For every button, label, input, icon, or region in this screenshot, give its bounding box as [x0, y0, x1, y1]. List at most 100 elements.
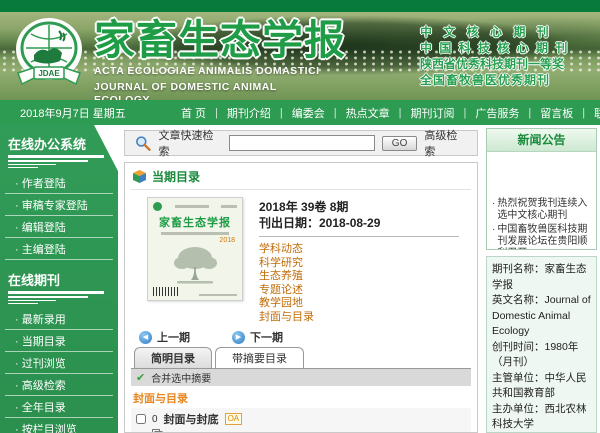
article-number: 0	[152, 414, 158, 425]
cover-decor	[199, 294, 237, 296]
nav-item-ad-service[interactable]: 广告服务	[466, 105, 528, 121]
go-button[interactable]: GO	[382, 136, 418, 151]
category-link-teaching-field[interactable]: 教学园地	[259, 297, 459, 311]
cover-decor	[221, 205, 237, 208]
divider	[259, 236, 459, 237]
tab-contents-with-abstract[interactable]: 带摘要目录	[215, 347, 304, 368]
panel-header: 当期目录	[131, 166, 471, 190]
cube-icon	[133, 170, 146, 183]
search-input[interactable]	[229, 135, 374, 151]
sidebar-item-browse-by-column[interactable]: 按栏目浏览	[5, 418, 113, 433]
article-title-link[interactable]: 封面与封底	[164, 411, 219, 427]
oa-badge: OA	[225, 413, 243, 425]
category-link-special-topics[interactable]: 专题论述	[259, 284, 459, 298]
category-link-subject-trends[interactable]: 学科动态	[259, 243, 459, 257]
cover-logo-icon	[153, 202, 162, 211]
previous-arrow-icon: ◀	[139, 331, 152, 344]
site-subtitle-english: JOURNAL OF DOMESTIC ANIMAL ECOLOGY	[94, 81, 324, 100]
award-line: 全国畜牧兽医优秀期刊	[420, 72, 592, 88]
quick-search-label: 文章快速检索	[158, 127, 222, 159]
info-supervisor: 主管单位：中华人民共和国教育部	[492, 371, 592, 402]
site-title: 家畜生态学报	[94, 18, 324, 62]
tab-brief-contents[interactable]: 简明目录	[134, 347, 212, 368]
nav-item-subscription[interactable]: 期刊订阅	[402, 105, 464, 121]
site-subtitle-latin: ACTA ECOLOGIAE ANIMALIS DOMASTICI	[94, 65, 324, 78]
nav-item-contact-us[interactable]: 联系我们	[585, 105, 600, 121]
cover-year: 2018	[153, 237, 235, 244]
cover-decor	[175, 205, 209, 208]
issue-pagination: ◀ 上一期 ▶ 下一期	[131, 328, 471, 347]
next-issue-label: 下一期	[250, 329, 283, 345]
sidebar-item-latest-accepted[interactable]: 最新录用	[5, 308, 113, 330]
award-line: 陕西省优秀科技期刊一等奖	[420, 56, 592, 72]
info-sponsor: 主办单位：西北农林科技大学	[492, 402, 592, 433]
sidebar-item-advanced-search[interactable]: 高级检索	[5, 374, 113, 396]
news-box-title: 新闻公告	[487, 129, 596, 152]
logo-acronym: JDAE	[38, 69, 60, 78]
main-column: 文章快速检索 GO 高级检索 当期目录	[118, 125, 483, 433]
sidebar-item-reviewer-login[interactable]: 审稿专家登陆	[5, 194, 113, 216]
issue-meta: 2018年 39卷 8期 刊出日期：2018-08-29 学科动态 科学研究 生…	[259, 197, 459, 324]
merge-abstract-label: 合并选中摘要	[151, 370, 211, 385]
banner: JDAE 家畜生态学报 ACTA ECOLOGIAE ANIMALIS DOMA…	[0, 12, 600, 100]
sidebar-item-archive[interactable]: 过刊浏览	[5, 352, 113, 374]
cover-tree-graphic	[169, 244, 221, 286]
sidebar-item-editor-login[interactable]: 编辑登陆	[5, 216, 113, 238]
article-checkbox[interactable]	[136, 414, 146, 424]
issue-body: 家畜生态学报 2018 201	[131, 190, 471, 328]
quick-search-panel: 文章快速检索 GO 高级检索	[124, 130, 478, 156]
journal-logo-icon: JDAE	[12, 15, 86, 97]
nav-menu: 首 页| 期刊介绍| 编委会| 热点文章| 期刊订阅| 广告服务| 留言板| 联…	[172, 105, 600, 121]
news-box: 新闻公告 热烈祝贺我刊连续入选中文核心期刊 中国畜牧兽医科技期刊发展论坛在贵阳顺…	[486, 128, 597, 250]
copy-icon[interactable]	[152, 429, 163, 433]
article-row: 0 封面与封底 OA 2018 Vol. 39 (8): 0- 摘要 0 HTM…	[131, 408, 471, 433]
journal-info-box: 期刊名称：家畜生态学报 英文名称：Journal of Domestic Ani…	[486, 256, 597, 433]
issue-pubdate-line: 刊出日期：2018-08-29	[259, 215, 459, 231]
cover-title: 家畜生态学报	[153, 214, 237, 230]
sidebar-item-current-issue[interactable]: 当期目录	[5, 330, 113, 352]
award-list: 中 文 核 心 期 刊 中 国 科 技 核 心 期 刊 陕西省优秀科技期刊一等奖…	[420, 24, 592, 88]
issue-volume-line: 2018年 39卷 8期	[259, 199, 459, 215]
previous-issue-label: 上一期	[157, 329, 190, 345]
category-link-cover-contents[interactable]: 封面与目录	[259, 311, 459, 325]
nav-item-home[interactable]: 首 页	[172, 105, 215, 121]
panel-title: 当期目录	[152, 168, 200, 185]
journal-cover-thumbnail[interactable]: 家畜生态学报 2018	[147, 197, 243, 301]
sidebar-item-annual-catalog[interactable]: 全年目录	[5, 396, 113, 418]
sidebar-decoration-lines	[0, 155, 118, 172]
main-navbar: 2018年9月7日 星期五 首 页| 期刊介绍| 编委会| 热点文章| 期刊订阅…	[0, 100, 600, 125]
nav-item-editorial-board[interactable]: 编委会	[283, 105, 334, 121]
news-list: 热烈祝贺我刊连续入选中文核心期刊 中国畜牧兽医科技期刊发展论坛在贵阳顺利召开 更…	[487, 152, 596, 250]
left-sidebar: 在线办公系统 作者登陆 审稿专家登陆 编辑登陆 主编登陆 在线期刊 最新录用 当…	[0, 125, 118, 433]
previous-issue-button[interactable]: ◀ 上一期	[139, 329, 190, 345]
current-date: 2018年9月7日 星期五	[0, 105, 172, 121]
sidebar-section-online-journal: 在线期刊	[0, 266, 118, 291]
right-column: 新闻公告 热烈祝贺我刊连续入选中文核心期刊 中国畜牧兽医科技期刊发展论坛在贵阳顺…	[483, 125, 600, 433]
news-item[interactable]: 中国畜牧兽医科技期刊发展论坛在贵阳顺利召开	[492, 224, 593, 250]
info-english-name: 英文名称：Journal of Domestic Animal Ecology	[492, 293, 592, 340]
category-link-scientific-research[interactable]: 科学研究	[259, 257, 459, 271]
check-icon: ✔	[136, 371, 145, 384]
merge-abstract-bar[interactable]: ✔ 合并选中摘要	[131, 369, 471, 386]
info-founded: 创刊时间：1980年（月刊）	[492, 340, 592, 371]
category-link-eco-breeding[interactable]: 生态养殖	[259, 270, 459, 284]
barcode	[153, 287, 179, 296]
advanced-search-link[interactable]: 高级检索	[424, 127, 467, 159]
current-issue-panel: 当期目录 家畜生态学报 2018	[124, 162, 478, 433]
nav-item-hot-articles[interactable]: 热点文章	[337, 105, 399, 121]
cover-decor	[161, 232, 228, 235]
contents-tabs: 简明目录 带摘要目录	[131, 347, 471, 369]
search-icon	[135, 135, 151, 152]
award-line: 中 国 科 技 核 心 期 刊	[420, 40, 592, 56]
news-item[interactable]: 热烈祝贺我刊连续入选中文核心期刊	[492, 198, 593, 222]
nav-item-message-board[interactable]: 留言板	[531, 105, 582, 121]
next-arrow-icon: ▶	[232, 331, 245, 344]
top-accent-bar	[0, 0, 600, 12]
sidebar-item-chief-editor-login[interactable]: 主编登陆	[5, 238, 113, 260]
award-line: 中 文 核 心 期 刊	[420, 24, 592, 40]
sidebar-item-author-login[interactable]: 作者登陆	[5, 172, 113, 194]
section-title-cover-contents: 封面与目录	[131, 386, 471, 408]
nav-item-journal-intro[interactable]: 期刊介绍	[218, 105, 280, 121]
next-issue-button[interactable]: ▶ 下一期	[232, 329, 283, 345]
info-journal-name: 期刊名称：家畜生态学报	[492, 262, 592, 293]
